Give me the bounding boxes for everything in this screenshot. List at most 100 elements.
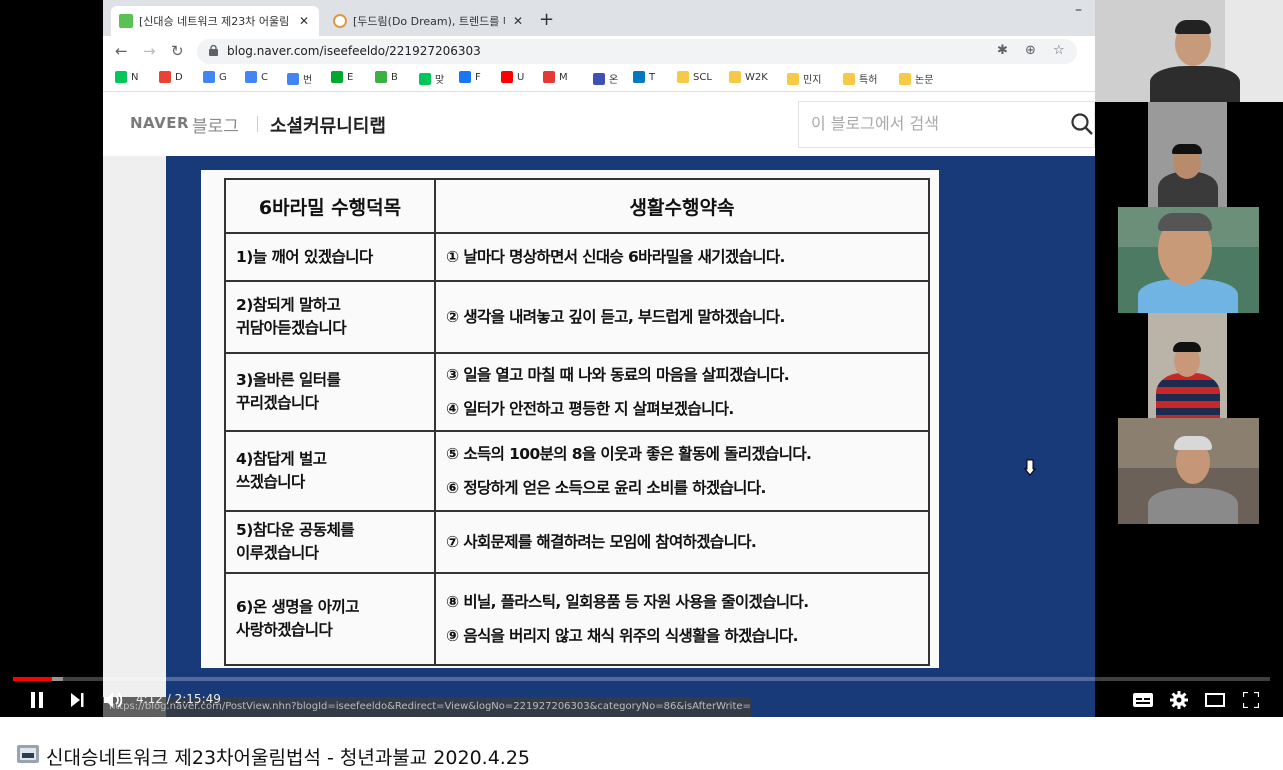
back-arrow-icon[interactable]: ← bbox=[115, 42, 128, 60]
player-controls: 4:12 / 2:15:49 bbox=[0, 683, 1283, 717]
bookmark-item[interactable]: G bbox=[203, 71, 227, 83]
promise-cell: ① 날마다 명상하면서 신대승 6바라밀을 새기겠습니다. bbox=[434, 232, 930, 282]
bookmark-star-icon[interactable]: ☆ bbox=[1053, 43, 1065, 58]
bookmark-item[interactable]: D bbox=[159, 71, 183, 83]
bookmark-item[interactable]: T bbox=[633, 71, 655, 83]
participant-video bbox=[1148, 313, 1227, 418]
mute-button[interactable] bbox=[100, 687, 126, 713]
facebook-icon bbox=[459, 71, 471, 83]
forward-arrow-icon[interactable]: → bbox=[143, 42, 156, 60]
bookmark-item[interactable]: B bbox=[375, 71, 398, 83]
promise-cell: ⑤ 소득의 100분의 8을 이웃과 좋은 활동에 돌리겠습니다. ⑥ 정당하게 … bbox=[434, 430, 930, 512]
bookmark-item[interactable]: 논문 bbox=[899, 71, 933, 86]
target-icon bbox=[593, 72, 605, 85]
shared-browser-window: [신대승 네트워크 제23차 어울림 ✕ [두드림(Do Dream), 트렌드… bbox=[103, 0, 1095, 717]
minimize-button[interactable]: – bbox=[1075, 2, 1082, 18]
url-field[interactable]: blog.naver.com/iseefeeldo/221927206303 ✱… bbox=[197, 39, 1077, 64]
subtitles-button[interactable] bbox=[1130, 687, 1156, 713]
evernote-icon bbox=[331, 71, 343, 83]
video-title: 신대승네트워크 제23차어울림법석 - 청년과불교 2020.4.25 bbox=[46, 747, 531, 769]
browser-tab[interactable]: [두드림(Do Dream), 트렌드를 다 ✕ bbox=[325, 6, 531, 36]
virtue-cell: 1)늘 깨어 있겠습니다 bbox=[224, 232, 436, 282]
folder-icon bbox=[899, 72, 911, 85]
bookmark-label: 논문 bbox=[915, 75, 934, 86]
bookmark-label: C bbox=[261, 71, 268, 83]
pause-button[interactable] bbox=[24, 687, 50, 713]
bookmark-item[interactable]: C bbox=[245, 71, 268, 83]
pause-icon bbox=[31, 692, 43, 708]
reload-icon[interactable]: ↻ bbox=[171, 42, 184, 60]
virtue-cell: 3)올바른 일터를 꾸리겠습니다 bbox=[224, 352, 436, 432]
bookmark-label: W2K bbox=[745, 71, 768, 83]
close-icon[interactable]: ✕ bbox=[513, 14, 523, 28]
next-button[interactable] bbox=[64, 687, 90, 713]
virtue-cell: 4)참답게 벌고 쓰겠습니다 bbox=[224, 430, 436, 512]
fullscreen-button[interactable] bbox=[1238, 687, 1264, 713]
bookmark-item[interactable]: E bbox=[331, 71, 353, 83]
pledge-row: 4)참답게 벌고 쓰겠습니다 ⑤ 소득의 100분의 8을 이웃과 좋은 활동에 돌… bbox=[224, 430, 930, 512]
theater-mode-button[interactable] bbox=[1202, 687, 1228, 713]
browser-tab-strip: [신대승 네트워크 제23차 어울림 ✕ [두드림(Do Dream), 트렌드… bbox=[103, 0, 1095, 36]
progress-bar[interactable] bbox=[13, 677, 1270, 681]
dodream-favicon-icon bbox=[333, 14, 347, 28]
subtitles-icon bbox=[1133, 693, 1153, 707]
bookmark-item[interactable]: N bbox=[115, 71, 138, 83]
pledge-table: 6바라밀 수행덕목 생활수행약속 1)늘 깨어 있겠습니다 ① 날마다 명상하면서… bbox=[224, 178, 930, 666]
video-player[interactable]: [신대승 네트워크 제23차 어울림 ✕ [두드림(Do Dream), 트렌드… bbox=[0, 0, 1283, 717]
new-tab-button[interactable]: + bbox=[539, 9, 554, 30]
virtue-text: 5)참다운 공동체를 bbox=[236, 521, 355, 539]
trello-icon bbox=[633, 71, 645, 83]
divider bbox=[257, 116, 258, 132]
bookmark-item[interactable]: M bbox=[543, 71, 568, 83]
search-icon[interactable] bbox=[1071, 113, 1093, 135]
google-icon bbox=[203, 71, 215, 83]
promise-cell: ③ 일을 열고 마칠 때 나와 동료의 마음을 살피겠습니다. ④ 일터가 안전하… bbox=[434, 352, 930, 432]
video-title-bar: 신대승네트워크 제23차어울림법석 - 청년과불교 2020.4.25 bbox=[0, 717, 1283, 769]
tab-title: [두드림(Do Dream), 트렌드를 다 bbox=[353, 15, 505, 28]
participant-gallery bbox=[1095, 0, 1283, 717]
bookmark-label: 특허 bbox=[859, 75, 878, 86]
pledge-row: 5)참다운 공동체를 이루겠습니다 ⑦ 사회문제를 해결하려는 모임에 참여하겠습니… bbox=[224, 510, 930, 574]
bookmark-item[interactable]: SCL bbox=[677, 71, 712, 83]
virtue-text: 사랑하겠습니다 bbox=[236, 621, 333, 639]
folder-icon bbox=[787, 72, 799, 85]
virtue-text: 꾸리겠습니다 bbox=[236, 394, 319, 412]
settings-button[interactable] bbox=[1166, 687, 1192, 713]
browser-tab-active[interactable]: [신대승 네트워크 제23차 어울림 ✕ bbox=[111, 6, 319, 36]
virtue-text: 2)참되게 말하고 bbox=[236, 296, 341, 314]
blog-word[interactable]: 블로그 bbox=[192, 112, 239, 137]
volume-icon bbox=[104, 692, 123, 708]
naver-logo[interactable]: NAVER bbox=[130, 114, 189, 132]
bookmark-item[interactable]: F bbox=[459, 71, 481, 83]
youtube-icon bbox=[501, 71, 513, 83]
virtue-cell: 5)참다운 공동체를 이루겠습니다 bbox=[224, 510, 436, 574]
bookmark-label: 맞 bbox=[435, 75, 445, 86]
bookmark-item[interactable]: 온 bbox=[593, 71, 618, 86]
played-bar bbox=[13, 677, 52, 681]
promise-text: ⑧ 비닐, 플라스틱, 일회용품 등 자원 사용을 줄이겠습니다. bbox=[446, 593, 809, 611]
promise-text: ⑨ 음식을 버리지 않고 채식 위주의 식생활을 하겠습니다. bbox=[446, 627, 799, 645]
bookmark-item[interactable]: 민지 bbox=[787, 71, 821, 86]
naver-favicon-icon bbox=[119, 14, 133, 28]
blog-search-input[interactable] bbox=[811, 114, 1051, 133]
virtue-text: 1)늘 깨어 있겠습니다 bbox=[236, 247, 373, 266]
promise-text: ① 날마다 명상하면서 신대승 6바라밀을 새기겠습니다. bbox=[446, 248, 785, 266]
bookmark-item[interactable]: 특허 bbox=[843, 71, 877, 86]
time-display: 4:12 / 2:15:49 bbox=[136, 692, 221, 706]
zoom-icon[interactable]: ⊕ bbox=[1025, 43, 1036, 58]
participant-video bbox=[1118, 207, 1259, 313]
bookmark-item[interactable]: U bbox=[501, 71, 524, 83]
blog-name[interactable]: 소셜커뮤니티랩 bbox=[270, 112, 386, 138]
url-text: blog.naver.com/iseefeeldo/221927206303 bbox=[227, 44, 481, 58]
skip-next-icon bbox=[71, 693, 84, 707]
close-icon[interactable]: ✕ bbox=[299, 14, 309, 28]
bookmark-item[interactable]: 번 bbox=[287, 71, 312, 86]
pledge-row: 3)올바른 일터를 꾸리겠습니다 ③ 일을 열고 마칠 때 나와 동료의 마음을 살… bbox=[224, 352, 930, 432]
bookmark-item[interactable]: W2K bbox=[729, 71, 768, 83]
participant-video bbox=[1118, 418, 1259, 524]
bookmark-item[interactable]: 맞 bbox=[419, 71, 444, 86]
folder-icon bbox=[843, 72, 855, 85]
extension-icon[interactable]: ✱ bbox=[997, 43, 1008, 58]
video-thumbnail-icon bbox=[17, 745, 39, 763]
naver-icon bbox=[115, 71, 127, 83]
